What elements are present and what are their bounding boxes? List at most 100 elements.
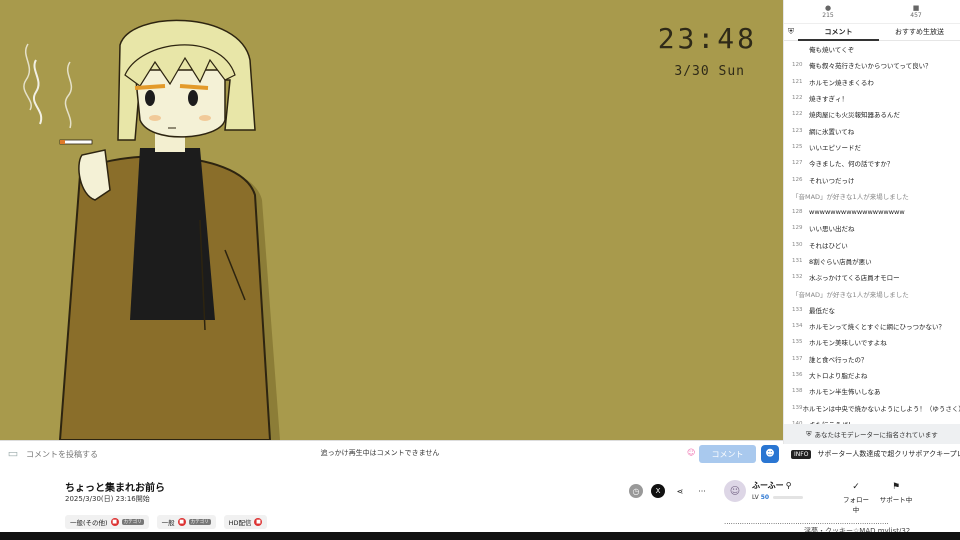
comment-row[interactable]: 120 俺も叙々苑行きたいからついてって良い？ bbox=[784, 57, 960, 73]
comment-row[interactable]: 137 誰と食べ行ったの？ bbox=[784, 351, 960, 367]
comment-list[interactable]: 俺も焼いてくぞ 120 俺も叙々苑行きたいからついてって良い？ 121 ホルモン焼きまく… bbox=[784, 41, 960, 424]
x-share-icon[interactable]: X bbox=[651, 484, 665, 498]
comment-row[interactable]: 138 ホルモン半生怖いしなあ bbox=[784, 383, 960, 399]
comment-row[interactable]: 132 水ぶっかけてくる店員オモロー bbox=[784, 269, 960, 285]
moderator-icon: ⛨ bbox=[806, 429, 812, 438]
comment-row[interactable]: 俺も焼いてくぞ bbox=[784, 41, 960, 57]
comment-number: 137 bbox=[792, 355, 803, 362]
comment-row[interactable]: 130 それはひどい bbox=[784, 237, 960, 253]
stats-bar: ● 215 ■ 457 bbox=[784, 0, 960, 24]
comment-number: 135 bbox=[792, 339, 803, 346]
comment-number: 125 bbox=[792, 143, 803, 150]
comment-row[interactable]: 123 網に氷置いてね bbox=[784, 122, 960, 138]
comment-number: 128 bbox=[792, 209, 803, 216]
info-text: サポーター人数達成で超クリサポアクキープレゼ bbox=[817, 450, 960, 458]
comment-row[interactable]: 126 それいつだっけ bbox=[784, 171, 960, 187]
comment-text: それいつだっけ bbox=[809, 176, 855, 185]
follow-button[interactable]: ✓ フォロー中 bbox=[840, 482, 872, 514]
comment-input[interactable] bbox=[26, 445, 296, 463]
verified-icon: ⚲ bbox=[785, 481, 792, 490]
comment-number: 138 bbox=[792, 388, 803, 395]
comment-row[interactable]: 135 ホルモン美味しいですよね bbox=[784, 334, 960, 350]
avatar[interactable]: ☺ bbox=[724, 480, 746, 502]
comment-row[interactable]: 125 いいエピソードだ bbox=[784, 139, 960, 155]
tag-item[interactable]: HD配信 ■ bbox=[223, 515, 268, 529]
tag-label: 一般 bbox=[161, 519, 175, 527]
owner-info: ☺ ふーふー ⚲ LV 50 bbox=[724, 480, 804, 502]
comment-text: wwwwwwwwwwwwwwwwww bbox=[809, 208, 905, 217]
comment-text: 焼肉屋にも火災報知器あるんだ bbox=[809, 111, 900, 120]
viewers-count: 215 bbox=[822, 12, 834, 19]
comment-row[interactable]: 121 ホルモン焼きまくるわ bbox=[784, 74, 960, 90]
comment-row[interactable]: 122 焼肉屋にも火災報知器あるんだ bbox=[784, 106, 960, 122]
comment-text: 誰と食べ行ったの？ bbox=[809, 355, 868, 364]
more-icon[interactable]: ··· bbox=[695, 484, 709, 498]
owner-name[interactable]: ふーふー ⚲ bbox=[752, 480, 803, 491]
action-buttons: ◷ X ⋖ ··· bbox=[629, 484, 709, 498]
comment-number: 136 bbox=[792, 372, 803, 379]
comment-number: 120 bbox=[792, 62, 803, 69]
tab-comments[interactable]: コメント bbox=[798, 24, 879, 41]
share-icon[interactable]: ⋖ bbox=[673, 484, 687, 498]
comment-number: 139 bbox=[792, 404, 803, 411]
system-message: 「音MAD」が好きな1人が来場しました bbox=[792, 290, 909, 299]
comment-number: 122 bbox=[792, 95, 803, 102]
comment-text: 今きました、何の話ですか？ bbox=[809, 160, 894, 169]
level-prefix: LV bbox=[752, 494, 759, 501]
comment-text: 網に氷置いてね bbox=[809, 127, 855, 136]
video-player[interactable]: 23:48 3/30 Sun bbox=[0, 0, 783, 440]
clock-time: 23:48 bbox=[657, 22, 757, 55]
lock-icon: ■ bbox=[254, 518, 263, 526]
comment-text: ホルモン半生怖いしなあ bbox=[809, 388, 881, 397]
emoji-icon[interactable]: ☺ bbox=[687, 448, 695, 457]
comment-row[interactable]: 「音MAD」が好きな1人が来場しました bbox=[784, 285, 960, 301]
nico-emotion-icon[interactable]: ☻ bbox=[761, 445, 779, 463]
comment-submit-button[interactable]: コメント bbox=[699, 445, 756, 463]
comment-number: 121 bbox=[792, 78, 803, 85]
tag-list: 一般(その他) ■ カテゴリ 一般 ■ カテゴリ HD配信 ■ bbox=[65, 515, 268, 529]
follow-label: フォロー中 bbox=[843, 496, 869, 514]
level-value: 50 bbox=[760, 494, 770, 501]
comment-row[interactable]: 129 いい思い出だね bbox=[784, 220, 960, 236]
comment-number: 123 bbox=[792, 127, 803, 134]
comment-row[interactable]: 128 wwwwwwwwwwwwwwwwww bbox=[784, 204, 960, 220]
info-ticker[interactable]: INFO サポーター人数達成で超クリサポアクキープレゼ bbox=[783, 444, 960, 464]
clock-date: 3/30 Sun bbox=[674, 64, 745, 79]
tag-item[interactable]: 一般 ■ カテゴリ bbox=[156, 515, 216, 529]
page: 23:48 3/30 Sun ▭ 追っかけ再生中はコメントできません ☺ コメン… bbox=[0, 0, 960, 540]
sidebar-tabs: ⛨ コメント おすすめ生放送 bbox=[784, 24, 960, 41]
comment-row[interactable]: 134 ホルモンって焼くとすぐに網にひっつかない？ bbox=[784, 318, 960, 334]
comment-row[interactable]: 131 8割ぐらい店員が悪い bbox=[784, 253, 960, 269]
comment-text: ホルモン焼きまくるわ bbox=[809, 78, 874, 87]
comment-text: 焼きすぎィ！ bbox=[809, 95, 848, 104]
comment-row[interactable]: 122 焼きすぎィ！ bbox=[784, 90, 960, 106]
comments-count: 457 bbox=[910, 12, 922, 19]
comment-text: 8割ぐらい店員が悪い bbox=[809, 258, 872, 266]
comment-number: 122 bbox=[792, 111, 803, 118]
comment-number: 130 bbox=[792, 241, 803, 248]
support-button[interactable]: ⚑ サポート中 bbox=[878, 482, 914, 504]
tag-label: 一般(その他) bbox=[70, 519, 108, 527]
comment-row[interactable]: 136 大トロより脂だよね bbox=[784, 367, 960, 383]
tag-label: HD配信 bbox=[228, 519, 252, 527]
tab-recommended[interactable]: おすすめ生放送 bbox=[879, 24, 960, 41]
lock-icon: ■ bbox=[177, 518, 186, 526]
timeshift-icon[interactable]: ◷ bbox=[629, 484, 643, 498]
owner-level: LV 50 bbox=[752, 494, 804, 501]
category-badge: カテゴリ bbox=[121, 519, 144, 525]
comment-icon[interactable]: ▭ bbox=[2, 443, 24, 465]
tag-item[interactable]: 一般(その他) ■ カテゴリ bbox=[65, 515, 149, 529]
comment-row[interactable]: 139 ホルモンは中央で焼かないようにしよう！（ゆうさく） bbox=[784, 400, 960, 416]
comment-row[interactable]: 「音MAD」が好きな1人が来場しました bbox=[784, 188, 960, 204]
comment-sidebar: ● 215 ■ 457 ⛨ コメント おすすめ生放送 俺も焼いてくぞ 120 俺も叙… bbox=[783, 0, 960, 444]
comment-row[interactable]: 133 最低だな bbox=[784, 302, 960, 318]
comment-disabled-notice: 追っかけ再生中はコメントできません bbox=[320, 449, 440, 457]
comment-row[interactable]: 127 今きました、何の話ですか？ bbox=[784, 155, 960, 171]
lock-icon: ■ bbox=[110, 518, 119, 526]
comment-number: 129 bbox=[792, 225, 803, 232]
comment-number: 133 bbox=[792, 306, 803, 313]
comment-text: それはひどい bbox=[809, 241, 848, 250]
shield-icon[interactable]: ⛨ bbox=[784, 27, 798, 37]
comment-row[interactable]: 140また行こうぜ！ bbox=[784, 416, 960, 424]
owner-meta: ふーふー ⚲ LV 50 bbox=[752, 480, 804, 501]
